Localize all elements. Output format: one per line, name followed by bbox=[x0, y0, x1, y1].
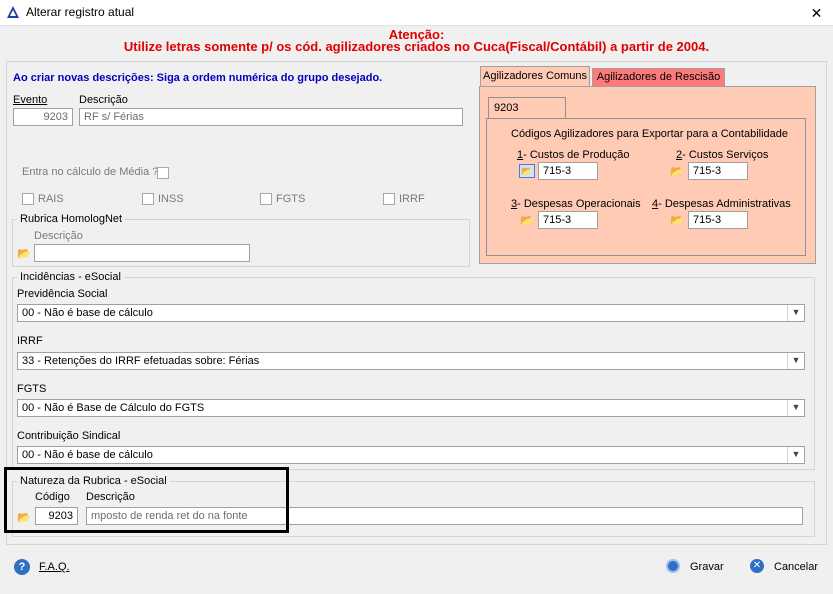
irrf-select-label: IRRF bbox=[17, 335, 43, 347]
rais-label: RAIS bbox=[38, 193, 64, 205]
inss-checkbox[interactable] bbox=[142, 193, 154, 205]
fgts-label: FGTS bbox=[276, 193, 306, 205]
agilizador-2-input[interactable]: 715-3 bbox=[688, 162, 748, 180]
homolognet-title: Rubrica HomologNet bbox=[17, 213, 126, 225]
media-label: Entra no cálculo de Média ? bbox=[22, 166, 159, 178]
irrf-label: IRRF bbox=[399, 193, 425, 205]
homolognet-desc-input[interactable] bbox=[34, 244, 250, 262]
irrf-value: 33 - Retenções do IRRF efetuadas sobre: … bbox=[22, 355, 260, 367]
agilizador-3-input[interactable]: 715-3 bbox=[538, 211, 598, 229]
tab-agilizadores-comuns[interactable]: Agilizadores Comuns bbox=[480, 66, 590, 86]
previdencia-label: Previdência Social bbox=[17, 288, 108, 300]
cancelar-button[interactable]: ✕ Cancelar bbox=[750, 556, 820, 578]
agilizador-4-folder-icon[interactable]: 📂 bbox=[670, 214, 684, 227]
agilizador-3-folder-icon[interactable]: 📂 bbox=[520, 214, 534, 227]
fgts-value: 00 - Não é Base de Cálculo do FGTS bbox=[22, 402, 205, 414]
close-icon[interactable]: ✕ bbox=[800, 0, 833, 26]
gravar-button[interactable]: Gravar bbox=[666, 556, 728, 578]
app-logo-icon bbox=[7, 6, 19, 18]
descricao-label: Descrição bbox=[79, 94, 128, 106]
save-icon bbox=[666, 559, 680, 573]
agilizador-2-folder-icon[interactable]: 📂 bbox=[670, 165, 684, 178]
rais-checkbox[interactable] bbox=[22, 193, 34, 205]
agilizadores-heading: Códigos Agilizadores para Exportar para … bbox=[511, 128, 789, 140]
agilizador-1-input[interactable]: 715-3 bbox=[538, 162, 598, 180]
agilizador-2-label: 2- Custos Serviços bbox=[676, 149, 769, 161]
inss-label: INSS bbox=[158, 193, 184, 205]
title-bar: Alterar registro atual ✕ bbox=[0, 0, 833, 26]
tab-inner-9203[interactable]: 9203 bbox=[488, 97, 566, 118]
previdencia-value: 00 - Não é base de cálculo bbox=[22, 307, 153, 319]
evento-input[interactable]: 9203 bbox=[13, 108, 73, 126]
fgts-select[interactable]: 00 - Não é Base de Cálculo do FGTS ▼ bbox=[17, 399, 805, 417]
tab-agilizadores-rescisao[interactable]: Agilizadores de Rescisão bbox=[592, 68, 725, 86]
cancelar-label: Cancelar bbox=[774, 561, 819, 573]
cancel-icon: ✕ bbox=[750, 559, 764, 573]
chevron-down-icon[interactable]: ▼ bbox=[787, 353, 804, 369]
fgts-select-label: FGTS bbox=[17, 383, 47, 395]
highlight-box bbox=[4, 467, 289, 533]
chevron-down-icon[interactable]: ▼ bbox=[787, 447, 804, 463]
agilizador-4-label: 4- Despesas Administrativas bbox=[652, 198, 791, 210]
irrf-select[interactable]: 33 - Retenções do IRRF efetuadas sobre: … bbox=[17, 352, 805, 370]
homolognet-desc-label: Descrição bbox=[34, 230, 83, 242]
sindical-label: Contribuição Sindical bbox=[17, 430, 121, 442]
agilizador-1-folder-icon[interactable]: 📂 bbox=[519, 164, 535, 178]
homolognet-folder-icon[interactable]: 📂 bbox=[17, 247, 31, 260]
chevron-down-icon[interactable]: ▼ bbox=[787, 400, 804, 416]
irrf-checkbox[interactable] bbox=[383, 193, 395, 205]
warning-message: Utilize letras somente p/ os cód. agiliz… bbox=[123, 39, 710, 54]
descricao-input[interactable]: RF s/ Férias bbox=[79, 108, 463, 126]
agilizador-3-label: 3- Despesas Operacionais bbox=[511, 198, 641, 210]
sindical-value: 00 - Não é base de cálculo bbox=[22, 449, 153, 461]
esocial-title: Incidências - eSocial bbox=[17, 271, 124, 283]
sindical-select[interactable]: 00 - Não é base de cálculo ▼ bbox=[17, 446, 805, 464]
window-title: Alterar registro atual bbox=[26, 5, 135, 19]
instructions-text: Ao criar novas descrições: Siga a ordem … bbox=[13, 72, 383, 84]
gravar-label: Gravar bbox=[690, 561, 724, 573]
chevron-down-icon[interactable]: ▼ bbox=[787, 305, 804, 321]
faq-link[interactable]: F.A.Q. bbox=[39, 561, 70, 573]
previdencia-select[interactable]: 00 - Não é base de cálculo ▼ bbox=[17, 304, 805, 322]
evento-label: Evento bbox=[13, 94, 48, 106]
agilizador-4-input[interactable]: 715-3 bbox=[688, 211, 748, 229]
media-checkbox[interactable] bbox=[157, 167, 169, 179]
fgts-checkbox[interactable] bbox=[260, 193, 272, 205]
help-icon[interactable]: ? bbox=[14, 559, 30, 575]
agilizador-1-label: 1- Custos de Produção bbox=[517, 149, 630, 161]
